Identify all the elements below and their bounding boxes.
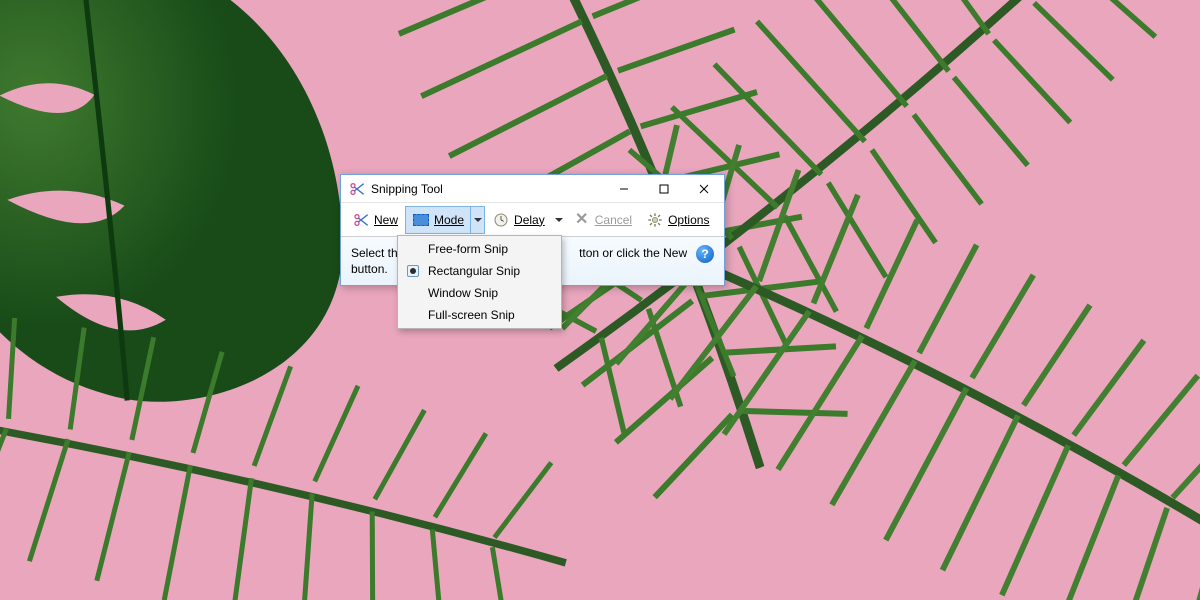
desktop-background: Snipping Tool New Mode	[0, 0, 1200, 600]
delay-dropdown-caret[interactable]	[552, 206, 566, 234]
toolbar: New Mode Delay ✕ Cancel	[341, 203, 724, 237]
snipping-tool-icon	[349, 181, 365, 197]
mode-option-freeform[interactable]: Free-form Snip	[400, 238, 559, 260]
radio-unselected-icon	[404, 240, 422, 258]
gear-icon	[646, 211, 664, 229]
mode-dropdown-menu: Free-form Snip Rectangular Snip Window S…	[397, 235, 562, 329]
radio-unselected-icon	[404, 284, 422, 302]
options-label: Options	[668, 213, 709, 227]
rectangle-select-icon	[412, 211, 430, 229]
radio-unselected-icon	[404, 306, 422, 324]
new-button[interactable]: New	[345, 206, 405, 234]
chevron-down-icon	[474, 218, 482, 222]
titlebar[interactable]: Snipping Tool	[341, 175, 724, 203]
new-label: New	[374, 213, 398, 227]
scissors-icon	[352, 211, 370, 229]
mode-dropdown-caret[interactable]	[471, 206, 485, 234]
mode-option-window[interactable]: Window Snip	[400, 282, 559, 304]
maximize-button[interactable]	[644, 175, 684, 202]
window-controls	[604, 175, 724, 202]
mode-button[interactable]: Mode	[405, 206, 471, 234]
delay-button[interactable]: Delay	[485, 206, 552, 234]
minimize-button[interactable]	[604, 175, 644, 202]
help-icon[interactable]: ?	[696, 245, 714, 263]
mode-label: Mode	[434, 213, 464, 227]
options-button[interactable]: Options	[639, 206, 716, 234]
palm-leaf-decor	[509, 64, 1200, 600]
cancel-label: Cancel	[595, 213, 632, 227]
radio-selected-icon	[404, 262, 422, 280]
chevron-down-icon	[555, 218, 563, 222]
delay-label: Delay	[514, 213, 545, 227]
window-title: Snipping Tool	[371, 182, 604, 196]
cancel-icon: ✕	[573, 211, 591, 229]
mode-option-rectangular[interactable]: Rectangular Snip	[400, 260, 559, 282]
close-button[interactable]	[684, 175, 724, 202]
cancel-button: ✕ Cancel	[566, 206, 639, 234]
clock-icon	[492, 211, 510, 229]
mode-option-fullscreen[interactable]: Full-screen Snip	[400, 304, 559, 326]
